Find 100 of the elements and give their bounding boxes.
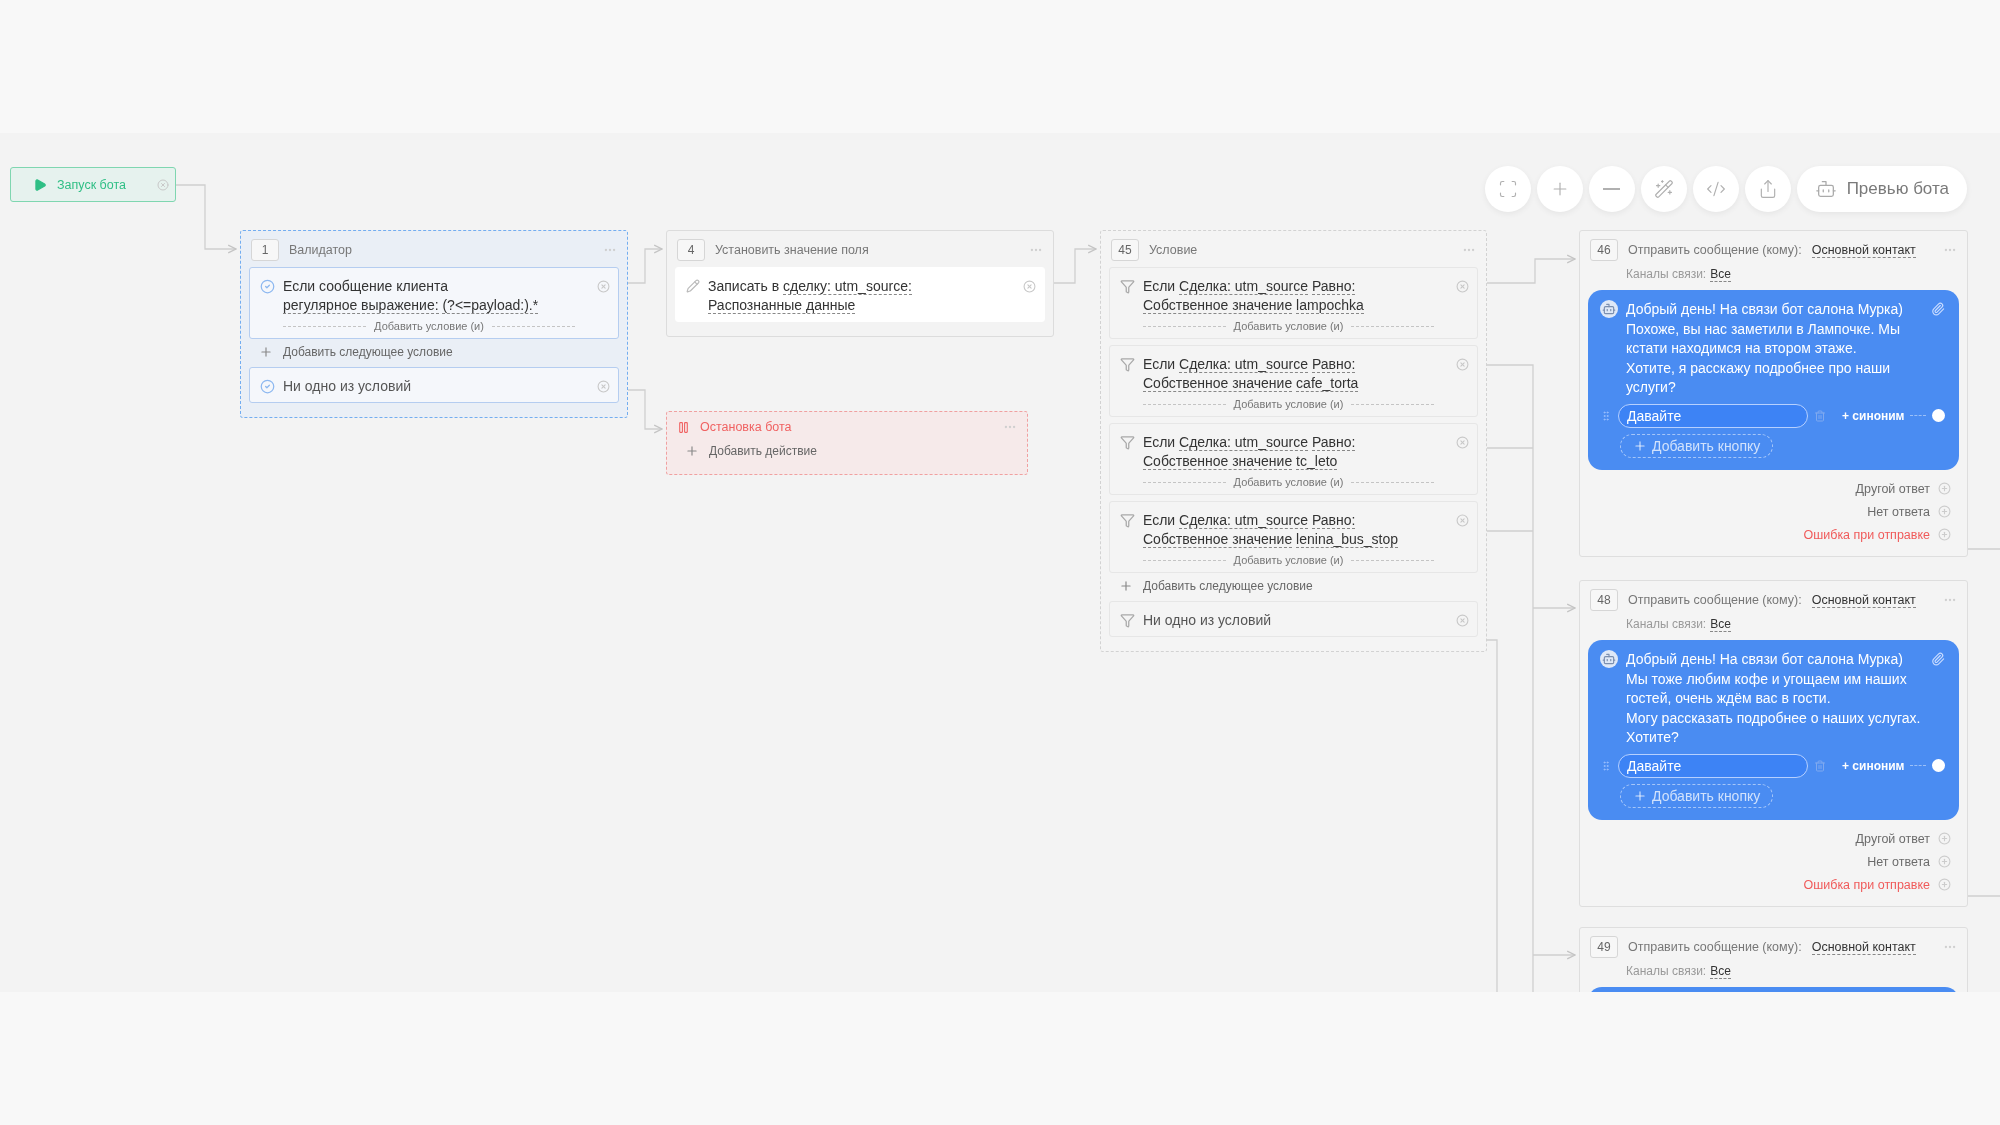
- node-card[interactable]: [1579, 580, 1968, 907]
- add-output-icon[interactable]: [1938, 528, 1951, 541]
- value-link[interactable]: cafe_torta: [1296, 375, 1359, 392]
- condition-row[interactable]: Если Сделка: utm_source Равно: Собственное значение lenina_bus_stop Добавить условие (и): [1109, 501, 1478, 573]
- node-title: Отправить сообщение (кому):: [1628, 940, 1802, 954]
- connection-port[interactable]: [1932, 759, 1945, 772]
- add-and-condition-link[interactable]: Добавить условие (и): [1233, 320, 1344, 332]
- trash-icon[interactable]: [1814, 409, 1826, 422]
- recipient-link[interactable]: Основной контакт: [1811, 592, 1916, 608]
- add-and-condition-link[interactable]: Добавить условие (и): [1233, 476, 1344, 488]
- close-icon[interactable]: [1456, 514, 1469, 527]
- output-label: Ошибка при отправке: [1803, 877, 1930, 892]
- fit-screen-icon: [1497, 179, 1518, 199]
- add-and-condition-link[interactable]: Добавить условие (и): [374, 320, 484, 332]
- zoom-out-button[interactable]: [1588, 166, 1635, 212]
- field-link[interactable]: Сделка: utm_source: [1179, 278, 1308, 295]
- fallback-row[interactable]: Ни одно из условий: [1109, 601, 1478, 637]
- plus-icon: [1633, 788, 1647, 803]
- add-next-condition-button[interactable]: Добавить следующее условие: [1119, 579, 1313, 593]
- drag-handle-icon[interactable]: [1600, 759, 1612, 772]
- value-type-link[interactable]: Собственное значение: [1143, 531, 1293, 548]
- start-label: Запуск бота: [57, 177, 126, 192]
- value-link[interactable]: lampochka: [1296, 297, 1364, 314]
- close-icon[interactable]: [1456, 280, 1469, 293]
- target-link[interactable]: сделку: utm_source:: [783, 278, 912, 295]
- add-output-icon[interactable]: [1938, 832, 1951, 845]
- close-icon[interactable]: [597, 280, 610, 293]
- trash-icon[interactable]: [1814, 759, 1826, 772]
- fit-screen-button[interactable]: [1484, 166, 1531, 212]
- value-link[interactable]: tc_leto: [1296, 453, 1338, 470]
- condition-row[interactable]: Если Сделка: utm_source Равно: Собственное значение cafe_torta Добавить условие (и): [1109, 345, 1478, 417]
- close-icon[interactable]: [1456, 358, 1469, 371]
- reply-button[interactable]: Давайте: [1618, 403, 1808, 428]
- operator-link[interactable]: регулярное выражение:: [283, 297, 439, 314]
- node-card[interactable]: Остановка бота Добавить действие: [666, 411, 1028, 475]
- add-and-condition-link[interactable]: Добавить условие (и): [1233, 554, 1344, 566]
- operator-link[interactable]: Равно:: [1311, 278, 1356, 295]
- operator-link[interactable]: Равно:: [1311, 512, 1356, 529]
- close-icon[interactable]: [157, 178, 169, 191]
- connection-port[interactable]: [1932, 409, 1945, 422]
- field-link[interactable]: Сделка: utm_source: [1179, 434, 1308, 451]
- action-row[interactable]: Записать в сделку: utm_source: Распознанные данные: [675, 267, 1045, 322]
- channels-label: Каналы связи:: [1626, 617, 1707, 632]
- wand-button[interactable]: [1640, 166, 1687, 212]
- code-button[interactable]: [1692, 166, 1739, 212]
- paperclip-icon[interactable]: [1931, 302, 1945, 316]
- node-card[interactable]: [1579, 230, 1968, 557]
- condition-row[interactable]: Если Сделка: utm_source Равно: Собственное значение tc_leto Добавить условие (и): [1109, 423, 1478, 495]
- node-card[interactable]: [1100, 230, 1487, 652]
- node-card[interactable]: 4 Установить значение поля Записать в сделку: utm_source: Распознанные данные: [666, 230, 1054, 337]
- close-icon[interactable]: [1023, 280, 1036, 293]
- node-card[interactable]: 1 Валидатор Если сообщение клиента регулярное выражение: (?<=payload:).* Добавить условие (и) Добавить следующее условие Ни одно из условий: [240, 230, 628, 418]
- node-number: 45: [1111, 239, 1139, 261]
- add-output-icon[interactable]: [1938, 878, 1951, 891]
- action-text: Записать в сделку: utm_source: Распознанные данные: [708, 277, 913, 315]
- recipient-link[interactable]: Основной контакт: [1811, 242, 1916, 258]
- filter-icon: [1120, 513, 1135, 528]
- bot-preview-button[interactable]: Превью бота: [1796, 166, 1967, 212]
- node-card[interactable]: 49 Отправить сообщение (кому): Основной контакт Каналы связи: Все: [1579, 927, 1968, 992]
- close-icon[interactable]: [597, 380, 610, 393]
- recipient-link[interactable]: Основной контакт: [1811, 939, 1916, 955]
- add-and-condition-link[interactable]: Добавить условие (и): [1233, 398, 1344, 410]
- close-icon[interactable]: [1456, 436, 1469, 449]
- value-link[interactable]: lenina_bus_stop: [1296, 531, 1399, 548]
- export-button[interactable]: [1744, 166, 1791, 212]
- zoom-in-button[interactable]: [1536, 166, 1583, 212]
- channels-link[interactable]: Все: [1710, 617, 1731, 632]
- value-link[interactable]: (?<=payload:).*: [442, 297, 539, 314]
- close-icon[interactable]: [1456, 614, 1469, 627]
- paperclip-icon[interactable]: [1931, 652, 1945, 666]
- add-action-button[interactable]: Добавить действие: [685, 444, 817, 458]
- node-number: 48: [1590, 589, 1618, 611]
- value-type-link[interactable]: Собственное значение: [1143, 375, 1293, 392]
- node-title: Отправить сообщение (кому):: [1628, 243, 1802, 257]
- add-output-icon[interactable]: [1938, 505, 1951, 518]
- value-link[interactable]: Распознанные данные: [708, 297, 856, 314]
- reply-button[interactable]: Давайте: [1618, 753, 1808, 778]
- condition-row[interactable]: Если сообщение клиента регулярное выражение: (?<=payload:).* Добавить условие (и): [249, 267, 619, 339]
- output-label: Нет ответа: [1867, 854, 1930, 869]
- condition-text: Если сообщение клиента регулярное выражение: (?<=payload:).*: [283, 277, 540, 315]
- add-next-condition-button[interactable]: Добавить следующее условие: [259, 345, 453, 359]
- value-type-link[interactable]: Собственное значение: [1143, 453, 1293, 470]
- condition-text: Если Сделка: utm_source Равно: Собственное значение cafe_torta: [1143, 355, 1360, 393]
- fallback-row[interactable]: Ни одно из условий: [249, 367, 619, 403]
- value-type-link[interactable]: Собственное значение: [1143, 297, 1293, 314]
- channels-link[interactable]: Все: [1710, 964, 1731, 979]
- add-output-icon[interactable]: [1938, 482, 1951, 495]
- add-output-icon[interactable]: [1938, 855, 1951, 868]
- field-link[interactable]: Сделка: utm_source: [1179, 356, 1308, 373]
- node-number: 46: [1590, 239, 1618, 261]
- field-link[interactable]: Сделка: utm_source: [1179, 512, 1308, 529]
- operator-link[interactable]: Равно:: [1311, 356, 1356, 373]
- condition-row[interactable]: Если Сделка: utm_source Равно: Собственное значение lampochka Добавить условие (и): [1109, 267, 1478, 339]
- drag-handle-icon[interactable]: [1600, 409, 1612, 422]
- pause-icon: [677, 420, 690, 434]
- channels-link[interactable]: Все: [1710, 267, 1731, 282]
- operator-link[interactable]: Равно:: [1311, 434, 1356, 451]
- pencil-icon: [686, 279, 700, 293]
- output-label: Ошибка при отправке: [1803, 527, 1930, 542]
- plus-icon: [1633, 438, 1647, 453]
